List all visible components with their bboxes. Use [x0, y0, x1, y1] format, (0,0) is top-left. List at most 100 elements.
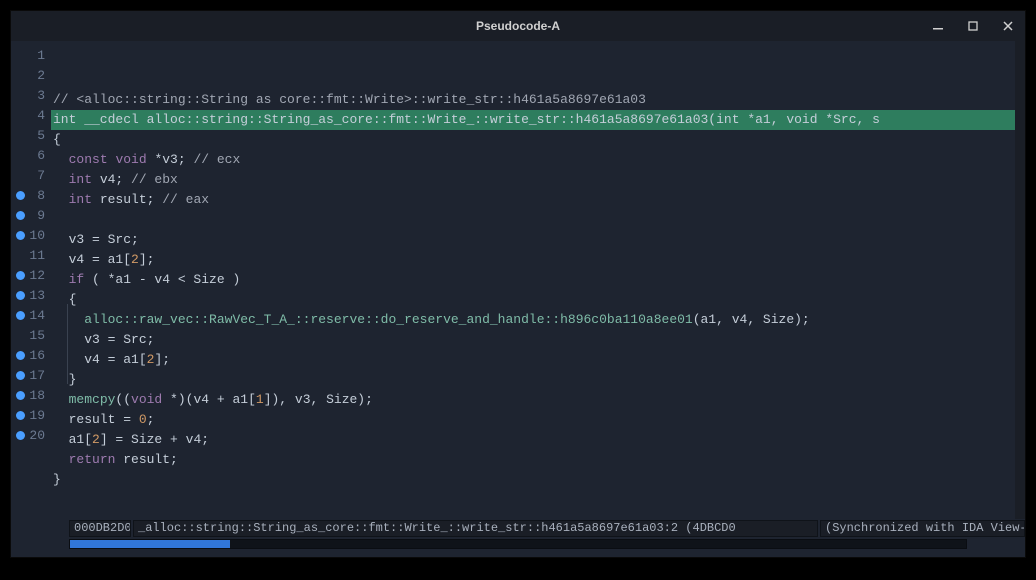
gutter-row[interactable]: 9	[11, 205, 51, 225]
token-kw: int	[69, 192, 92, 207]
line-number: 4	[37, 108, 45, 123]
gutter-row[interactable]: 8	[11, 185, 51, 205]
code-line[interactable]: a1[2] = Size + v4;	[51, 430, 1015, 450]
token-var	[53, 452, 69, 467]
minimize-button[interactable]	[920, 11, 955, 41]
code-area[interactable]: // <alloc::string::String as core::fmt::…	[51, 41, 1015, 519]
gutter-row[interactable]: 12	[11, 265, 51, 285]
code-line[interactable]: int v4; // ebx	[51, 170, 1015, 190]
line-number: 20	[29, 428, 45, 443]
code-line[interactable]: result = 0;	[51, 410, 1015, 430]
line-number: 17	[29, 368, 45, 383]
token-kw: void	[131, 392, 162, 407]
code-line[interactable]: v3 = Src;	[51, 230, 1015, 250]
close-button[interactable]	[990, 11, 1025, 41]
gutter-row[interactable]: 14	[11, 305, 51, 325]
code-line[interactable]: if ( *a1 - v4 < Size )	[51, 270, 1015, 290]
token-var: ((	[115, 392, 131, 407]
token-hl-text: int __cdecl alloc::string::String_as_cor…	[53, 112, 880, 127]
line-number: 10	[29, 228, 45, 243]
line-number: 12	[29, 268, 45, 283]
code-line[interactable]: int __cdecl alloc::string::String_as_cor…	[51, 110, 1015, 130]
breakpoint-icon[interactable]	[16, 391, 25, 400]
progress-track[interactable]	[69, 539, 967, 549]
token-var	[53, 152, 69, 167]
code-line[interactable]: {	[51, 290, 1015, 310]
token-var: ];	[139, 252, 155, 267]
gutter-row[interactable]: 17	[11, 365, 51, 385]
token-comment: // <alloc::string::String as core::fmt::…	[53, 92, 646, 107]
gutter-row[interactable]: 16	[11, 345, 51, 365]
token-var: v3 = Src;	[53, 232, 139, 247]
gutter-row[interactable]: 15	[11, 325, 51, 345]
maximize-button[interactable]	[955, 11, 990, 41]
token-func: memcpy	[69, 392, 116, 407]
code-line[interactable]: }	[51, 370, 1015, 390]
gutter-row[interactable]: 10	[11, 225, 51, 245]
token-var	[53, 312, 84, 327]
code-line[interactable]: const void *v3; // ecx	[51, 150, 1015, 170]
gutter-row[interactable]: 18	[11, 385, 51, 405]
code-line[interactable]: return result;	[51, 450, 1015, 470]
breakpoint-icon[interactable]	[16, 351, 25, 360]
breakpoint-icon[interactable]	[16, 191, 25, 200]
token-var	[53, 172, 69, 187]
code-line[interactable]: v4 = a1[2];	[51, 350, 1015, 370]
gutter-row[interactable]: 6	[11, 145, 51, 165]
gutter-row[interactable]: 7	[11, 165, 51, 185]
gutter-row[interactable]: 2	[11, 65, 51, 85]
code-line[interactable]: memcpy((void *)(v4 + a1[1]), v3, Size);	[51, 390, 1015, 410]
gutter-row[interactable]: 13	[11, 285, 51, 305]
status-sync: (Synchronized with IDA View-A)	[820, 520, 1025, 537]
code-line[interactable]: int result; // eax	[51, 190, 1015, 210]
code-line[interactable]	[51, 210, 1015, 230]
breakpoint-icon[interactable]	[16, 431, 25, 440]
gutter-row[interactable]: 4	[11, 105, 51, 125]
token-var: result;	[115, 452, 177, 467]
token-var	[53, 192, 69, 207]
token-comment: // ecx	[193, 152, 240, 167]
code-line[interactable]: v3 = Src;	[51, 330, 1015, 350]
gutter-row[interactable]: 20	[11, 425, 51, 445]
token-var: *)(v4 + a1[	[162, 392, 256, 407]
status-function: _alloc::string::String_as_core::fmt::Wri…	[133, 520, 818, 537]
gutter-row[interactable]: 5	[11, 125, 51, 145]
minimize-icon	[933, 21, 943, 31]
gutter-row[interactable]: 19	[11, 405, 51, 425]
window: Pseudocode-A 123456789101112131415161718…	[10, 10, 1026, 558]
maximize-icon	[968, 21, 978, 31]
token-var: }	[53, 372, 76, 387]
token-num: 2	[131, 252, 139, 267]
code-line[interactable]: // <alloc::string::String as core::fmt::…	[51, 90, 1015, 110]
token-var: v4;	[92, 172, 131, 187]
window-title: Pseudocode-A	[476, 19, 560, 33]
breakpoint-icon[interactable]	[16, 231, 25, 240]
gutter-row[interactable]: 11	[11, 245, 51, 265]
token-kw: const	[69, 152, 108, 167]
code-line[interactable]: alloc::raw_vec::RawVec_T_A_::reserve::do…	[51, 310, 1015, 330]
breakpoint-icon[interactable]	[16, 371, 25, 380]
code-line[interactable]: }	[51, 470, 1015, 490]
gutter-row[interactable]: 3	[11, 85, 51, 105]
token-kw: int	[69, 172, 92, 187]
breakpoint-icon[interactable]	[16, 271, 25, 280]
token-paren: {	[53, 132, 61, 147]
token-var: v4 = a1[	[53, 252, 131, 267]
vertical-scrollbar[interactable]	[1015, 41, 1025, 519]
line-number: 14	[29, 308, 45, 323]
code-line[interactable]: {	[51, 130, 1015, 150]
breakpoint-icon[interactable]	[16, 411, 25, 420]
breakpoint-icon[interactable]	[16, 211, 25, 220]
line-number: 11	[29, 248, 45, 263]
line-number: 15	[29, 328, 45, 343]
code-line[interactable]: v4 = a1[2];	[51, 250, 1015, 270]
breakpoint-icon[interactable]	[16, 291, 25, 300]
line-number: 16	[29, 348, 45, 363]
status-address: 000DB2D0	[69, 520, 131, 537]
gutter-row[interactable]: 1	[11, 45, 51, 65]
line-number: 13	[29, 288, 45, 303]
token-var: ];	[154, 352, 170, 367]
line-number: 1	[37, 48, 45, 63]
breakpoint-icon[interactable]	[16, 311, 25, 320]
gutter[interactable]: 1234567891011121314151617181920	[11, 41, 51, 519]
